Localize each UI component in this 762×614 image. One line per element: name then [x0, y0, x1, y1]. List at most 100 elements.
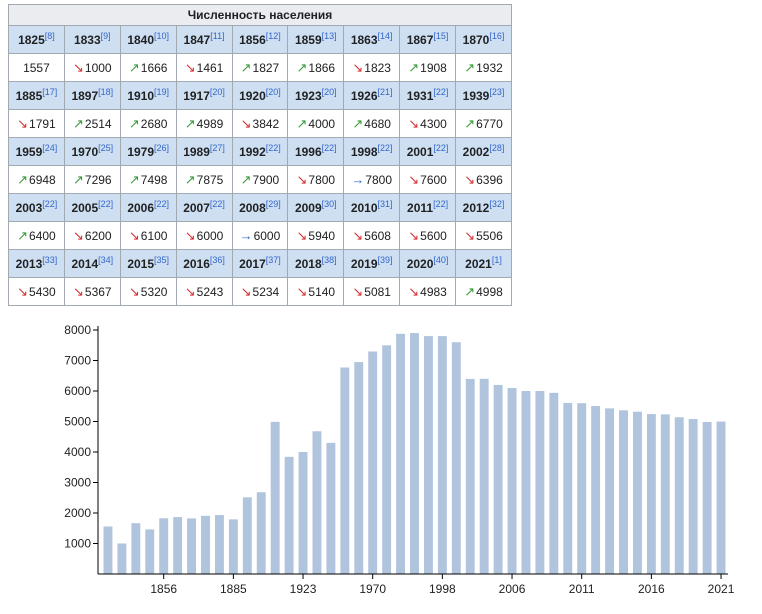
population-value: 7800	[308, 172, 336, 187]
population-cell: ↘6100	[119, 221, 177, 250]
y-tick-label: 5000	[64, 415, 91, 429]
reference-link[interactable]: [37]	[266, 255, 281, 265]
trend-down-icon: ↘	[240, 283, 252, 299]
bar	[493, 384, 503, 574]
reference-link[interactable]: [16]	[489, 31, 504, 41]
reference-link[interactable]: [22]	[433, 199, 448, 209]
year-cell: 1863[14]	[343, 25, 401, 54]
population-value: 2680	[140, 116, 168, 131]
year-cell: 1920[20]	[231, 81, 289, 110]
year-label: 2010	[350, 200, 378, 215]
reference-link[interactable]: [22]	[266, 143, 281, 153]
reference-link[interactable]: [18]	[98, 87, 113, 97]
trend-down-icon: ↘	[128, 227, 140, 243]
year-label: 2016	[183, 256, 210, 271]
reference-link[interactable]: [21]	[378, 87, 393, 97]
y-tick-label: 2000	[64, 506, 91, 520]
trend-up-icon: ↗	[240, 171, 252, 187]
year-cell: 1840[10]	[119, 25, 177, 54]
reference-link[interactable]: [20]	[322, 87, 337, 97]
bar	[214, 515, 224, 574]
reference-link[interactable]: [28]	[489, 143, 504, 153]
bar	[396, 333, 406, 574]
year-label: 1870	[462, 32, 490, 47]
bar	[103, 526, 113, 574]
reference-link[interactable]: [36]	[210, 255, 225, 265]
reference-link[interactable]: [30]	[322, 199, 337, 209]
trend-up-icon: ↗	[73, 115, 84, 131]
bar	[702, 422, 712, 574]
population-cell: ↘4983	[399, 277, 456, 306]
reference-link[interactable]: [20]	[210, 87, 225, 97]
population-cell: ↘5140	[287, 277, 345, 306]
reference-link[interactable]: [23]	[489, 87, 504, 97]
reference-link[interactable]: [33]	[42, 255, 57, 265]
reference-link[interactable]: [22]	[210, 199, 225, 209]
bar	[619, 410, 628, 574]
population-cell: ↘7600	[399, 165, 456, 194]
reference-link[interactable]: [9]	[101, 31, 111, 41]
population-value: 7800	[365, 173, 393, 187]
population-value: 6396	[476, 172, 503, 187]
bar	[270, 421, 280, 574]
year-label: 1959	[15, 144, 43, 159]
reference-link[interactable]: [32]	[489, 199, 504, 209]
trend-down-icon: ↘	[240, 115, 252, 131]
reference-link[interactable]: [26]	[154, 143, 169, 153]
reference-link[interactable]: [38]	[322, 255, 337, 265]
reference-link[interactable]: [17]	[42, 87, 57, 97]
reference-link[interactable]: [22]	[433, 87, 448, 97]
year-cell: 2006[22]	[119, 193, 177, 222]
year-cell: 1996[22]	[287, 137, 345, 166]
population-cell: →7800	[343, 165, 401, 194]
reference-link[interactable]: [22]	[42, 199, 57, 209]
reference-link[interactable]: [14]	[378, 31, 393, 41]
year-cell: 1825[8]	[8, 25, 65, 54]
reference-link[interactable]: [22]	[154, 199, 169, 209]
y-tick-label: 6000	[64, 384, 91, 398]
population-value: 5940	[308, 228, 336, 243]
reference-link[interactable]: [35]	[154, 255, 169, 265]
reference-link[interactable]: [25]	[98, 143, 113, 153]
trend-down-icon: ↘	[296, 283, 308, 299]
reference-link[interactable]: [8]	[45, 31, 55, 41]
reference-link[interactable]: [22]	[433, 143, 448, 153]
reference-link[interactable]: [1]	[492, 255, 502, 265]
reference-link[interactable]: [22]	[322, 143, 337, 153]
reference-link[interactable]: [15]	[433, 31, 448, 41]
reference-link[interactable]: [40]	[433, 255, 448, 265]
reference-link[interactable]: [29]	[266, 199, 281, 209]
reference-link[interactable]: [11]	[210, 31, 224, 41]
trend-down-icon: ↘	[73, 59, 84, 75]
reference-link[interactable]: [27]	[210, 143, 225, 153]
population-bar-chart: 1000 2000 3000 4000 5000 6000 7000 8000 1856 188…	[64, 323, 734, 596]
year-row: 1959[24] 1970[25] 1979[26] 1989[27] 1992[22]…	[8, 137, 512, 166]
reference-link[interactable]: [22]	[98, 199, 113, 209]
trend-down-icon: ↘	[408, 283, 420, 299]
reference-link[interactable]: [20]	[266, 87, 281, 97]
reference-link[interactable]: [19]	[154, 87, 169, 97]
reference-link[interactable]: [10]	[154, 31, 169, 41]
reference-link[interactable]: [13]	[322, 31, 337, 41]
reference-link[interactable]: [24]	[42, 143, 57, 153]
reference-link[interactable]: [39]	[378, 255, 393, 265]
population-value: 6000	[196, 228, 224, 243]
year-label: 1970	[71, 144, 99, 159]
year-cell: 1885[17]	[8, 81, 65, 110]
reference-link[interactable]: [22]	[378, 143, 393, 153]
year-label: 2001	[406, 144, 434, 159]
year-cell: 1856[12]	[231, 25, 289, 54]
x-tick-label: 1923	[290, 582, 317, 596]
population-value: 2514	[84, 116, 112, 131]
reference-link[interactable]: [34]	[98, 255, 113, 265]
reference-link[interactable]: [12]	[266, 31, 281, 41]
year-row: 1885[17] 1897[18] 1910[19] 1917[20] 1920[20]…	[8, 81, 512, 110]
trend-up-icon: ↗	[184, 171, 196, 187]
reference-link[interactable]: [31]	[378, 199, 393, 209]
population-value: 5608	[364, 228, 391, 243]
trend-down-icon: ↘	[464, 227, 476, 243]
population-value: 1666	[140, 60, 168, 75]
population-cell: ↘5600	[399, 221, 456, 250]
bar	[451, 342, 461, 574]
year-label: 1939	[462, 88, 490, 103]
